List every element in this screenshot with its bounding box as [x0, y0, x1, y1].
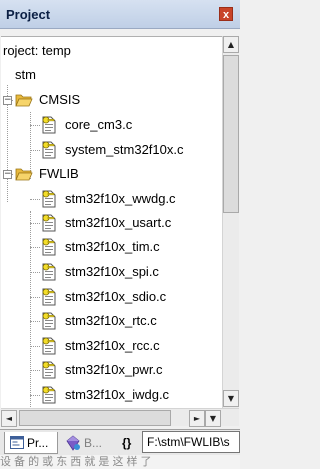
project-panel-titlebar: Project x — [0, 0, 240, 29]
c-file-icon — [42, 214, 56, 232]
tree-file[interactable]: core_cm3.c — [1, 114, 221, 136]
file-label: stm32f10x_usart.c — [65, 215, 172, 230]
tree-file[interactable]: stm32f10x_rtc.c — [1, 310, 221, 332]
tab-label: B... — [84, 436, 103, 450]
c-file-icon — [42, 386, 56, 404]
path-tooltip: F:\stm\FWLIB\s — [142, 431, 240, 453]
background-text-strip: 设 备 的 或 东 西 就 是 这 样 了 — [0, 455, 240, 469]
c-file-icon — [42, 337, 56, 355]
tree-file[interactable]: stm32f10x_spi.c — [1, 261, 221, 283]
horizontal-scroll-thumb[interactable] — [19, 410, 171, 426]
folder-open-icon — [15, 94, 33, 107]
scroll-right-icon[interactable]: ► — [189, 410, 205, 427]
vertical-scrollbar[interactable]: ▲ ▼ — [222, 36, 239, 408]
tree-group-cmsis[interactable]: − CMSIS — [1, 89, 221, 111]
project-tree[interactable]: roject: temp stm − CMSIS core_cm3.c syst… — [1, 36, 222, 408]
project-tab-icon — [10, 436, 24, 449]
file-label: stm32f10x_rcc.c — [65, 338, 160, 353]
file-label: stm32f10x_spi.c — [65, 264, 159, 279]
tab-project[interactable]: Pr... — [4, 432, 58, 454]
books-tab-icon — [66, 435, 80, 451]
c-file-icon — [42, 116, 56, 134]
c-file-icon — [42, 361, 56, 379]
scroll-down-icon[interactable]: ▼ — [223, 390, 239, 407]
scroll-up-icon[interactable]: ▲ — [223, 36, 239, 53]
tab-functions[interactable]: {} — [118, 432, 142, 454]
tree-file[interactable]: stm32f10x_pwr.c — [1, 359, 221, 381]
tree-file[interactable]: stm32f10x_usart.c — [1, 212, 221, 234]
file-label: stm32f10x_tim.c — [65, 239, 160, 254]
tree-group-fwlib[interactable]: − FWLIB — [1, 163, 221, 185]
c-file-icon — [42, 263, 56, 281]
tree-file[interactable]: stm32f10x_wwdg.c — [1, 188, 221, 210]
group-label: CMSIS — [39, 92, 81, 107]
file-label: system_stm32f10x.c — [65, 142, 184, 157]
folder-open-icon — [15, 168, 33, 181]
tab-books[interactable]: B... — [62, 432, 114, 454]
tree-file[interactable]: system_stm32f10x.c — [1, 139, 221, 161]
file-label: stm32f10x_sdio.c — [65, 289, 167, 304]
c-file-icon — [42, 141, 56, 159]
scroll-left-icon[interactable]: ◄ — [1, 410, 17, 427]
vertical-scroll-thumb[interactable] — [223, 55, 239, 213]
group-label: FWLIB — [39, 166, 79, 181]
tree-file[interactable]: stm32f10x_rcc.c — [1, 335, 221, 357]
tree-file[interactable]: stm32f10x_sdio.c — [1, 286, 221, 308]
scroll-down-icon[interactable]: ▼ — [205, 410, 221, 427]
collapse-icon[interactable]: − — [3, 170, 12, 179]
file-label: stm32f10x_wwdg.c — [65, 191, 176, 206]
close-icon[interactable]: x — [219, 7, 233, 21]
functions-tab-icon: {} — [122, 436, 132, 450]
panel-title: Project — [6, 7, 51, 22]
target-label: stm — [15, 67, 36, 82]
file-label: stm32f10x_rtc.c — [65, 313, 157, 328]
horizontal-scrollbar[interactable]: ◄ ► ▼ — [1, 408, 239, 427]
tree-file[interactable]: stm32f10x_tim.c — [1, 236, 221, 258]
c-file-icon — [42, 238, 56, 256]
file-label: stm32f10x_pwr.c — [65, 362, 163, 377]
file-label: core_cm3.c — [65, 117, 133, 132]
tree-file[interactable]: stm32f10x_iwdg.c — [1, 384, 221, 406]
file-label: stm32f10x_iwdg.c — [65, 387, 170, 402]
project-label: roject: temp — [3, 43, 71, 58]
collapse-icon[interactable]: − — [3, 96, 12, 105]
c-file-icon — [42, 288, 56, 306]
tab-label: Pr... — [27, 436, 49, 450]
c-file-icon — [42, 312, 56, 330]
c-file-icon — [42, 190, 56, 208]
